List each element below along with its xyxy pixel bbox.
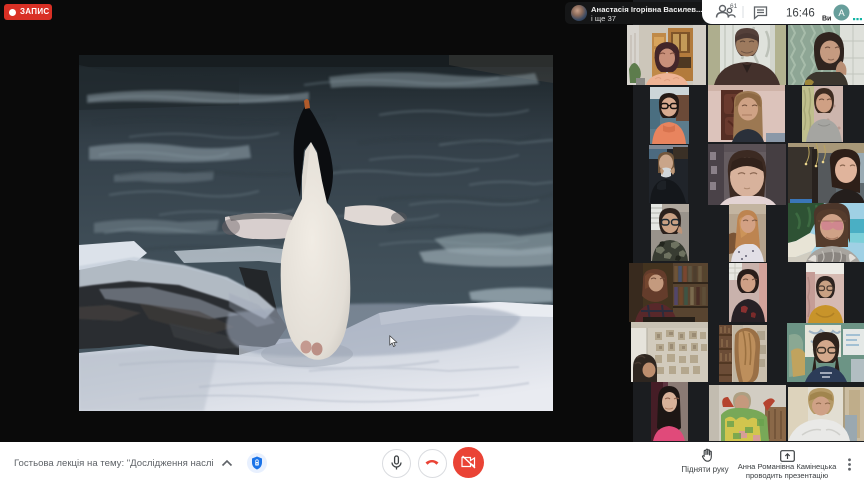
svg-text:A: A xyxy=(838,8,845,19)
svg-text:Ви: Ви xyxy=(822,16,831,23)
svg-text:61: 61 xyxy=(730,3,738,10)
svg-text:16:46: 16:46 xyxy=(786,8,815,20)
